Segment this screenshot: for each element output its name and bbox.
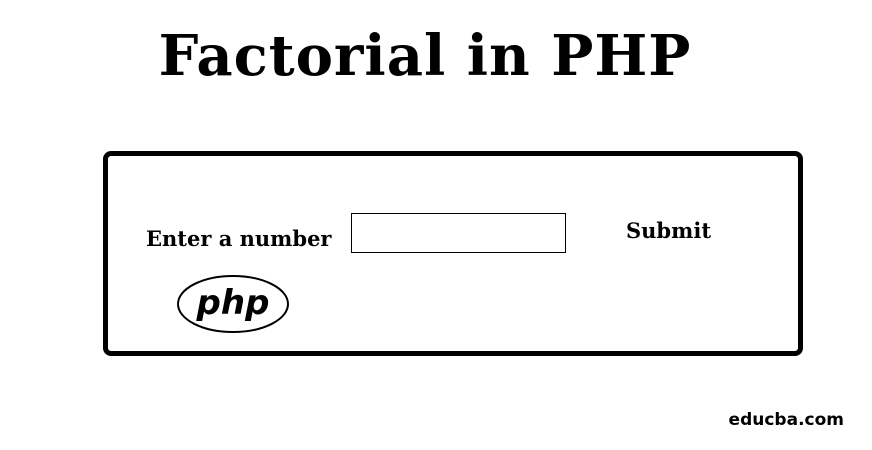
php-logo-text: php	[196, 283, 270, 323]
number-label: Enter a number	[146, 226, 332, 251]
page-title: Factorial in PHP	[158, 23, 692, 89]
number-input[interactable]	[351, 213, 566, 253]
page: Factorial in PHP Enter a number Submit p…	[0, 0, 872, 450]
submit-button[interactable]: Submit	[626, 218, 711, 243]
watermark: educba.com	[728, 410, 844, 430]
factorial-form: Enter a number Submit php	[103, 151, 803, 356]
php-logo-icon: php	[177, 275, 289, 333]
